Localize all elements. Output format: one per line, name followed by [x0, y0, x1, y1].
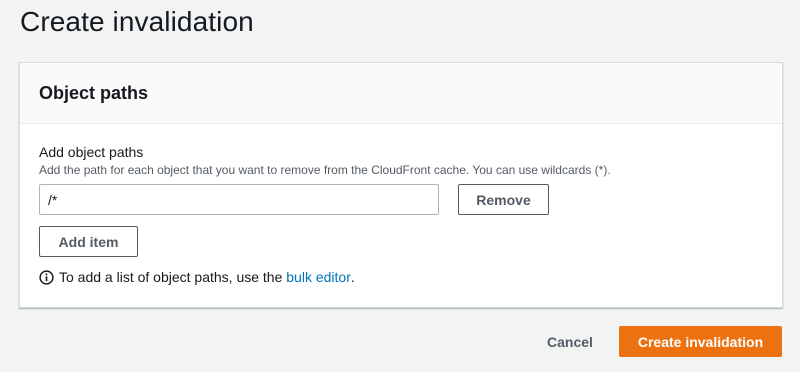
panel-header: Object paths	[20, 63, 782, 124]
info-icon	[39, 269, 54, 285]
info-text-prefix: To add a list of object paths, use the	[59, 269, 287, 285]
object-paths-panel: Object paths Add object paths Add the pa…	[19, 62, 783, 308]
field-description: Add the path for each object that you wa…	[39, 163, 611, 177]
add-item-button[interactable]: Add item	[39, 226, 138, 257]
field-label: Add object paths	[39, 144, 144, 160]
object-path-input[interactable]	[39, 184, 439, 215]
info-message: To add a list of object paths, use the b…	[39, 269, 355, 285]
bulk-editor-link[interactable]: bulk editor	[286, 269, 351, 285]
create-invalidation-button[interactable]: Create invalidation	[619, 326, 782, 357]
panel-title: Object paths	[39, 82, 149, 103]
page-title: Create invalidation	[20, 6, 254, 37]
remove-button[interactable]: Remove	[458, 184, 549, 215]
create-invalidation-page: Create invalidation Object paths Add obj…	[0, 0, 800, 372]
cancel-button[interactable]: Cancel	[536, 326, 604, 357]
info-text-suffix: .	[350, 269, 355, 285]
